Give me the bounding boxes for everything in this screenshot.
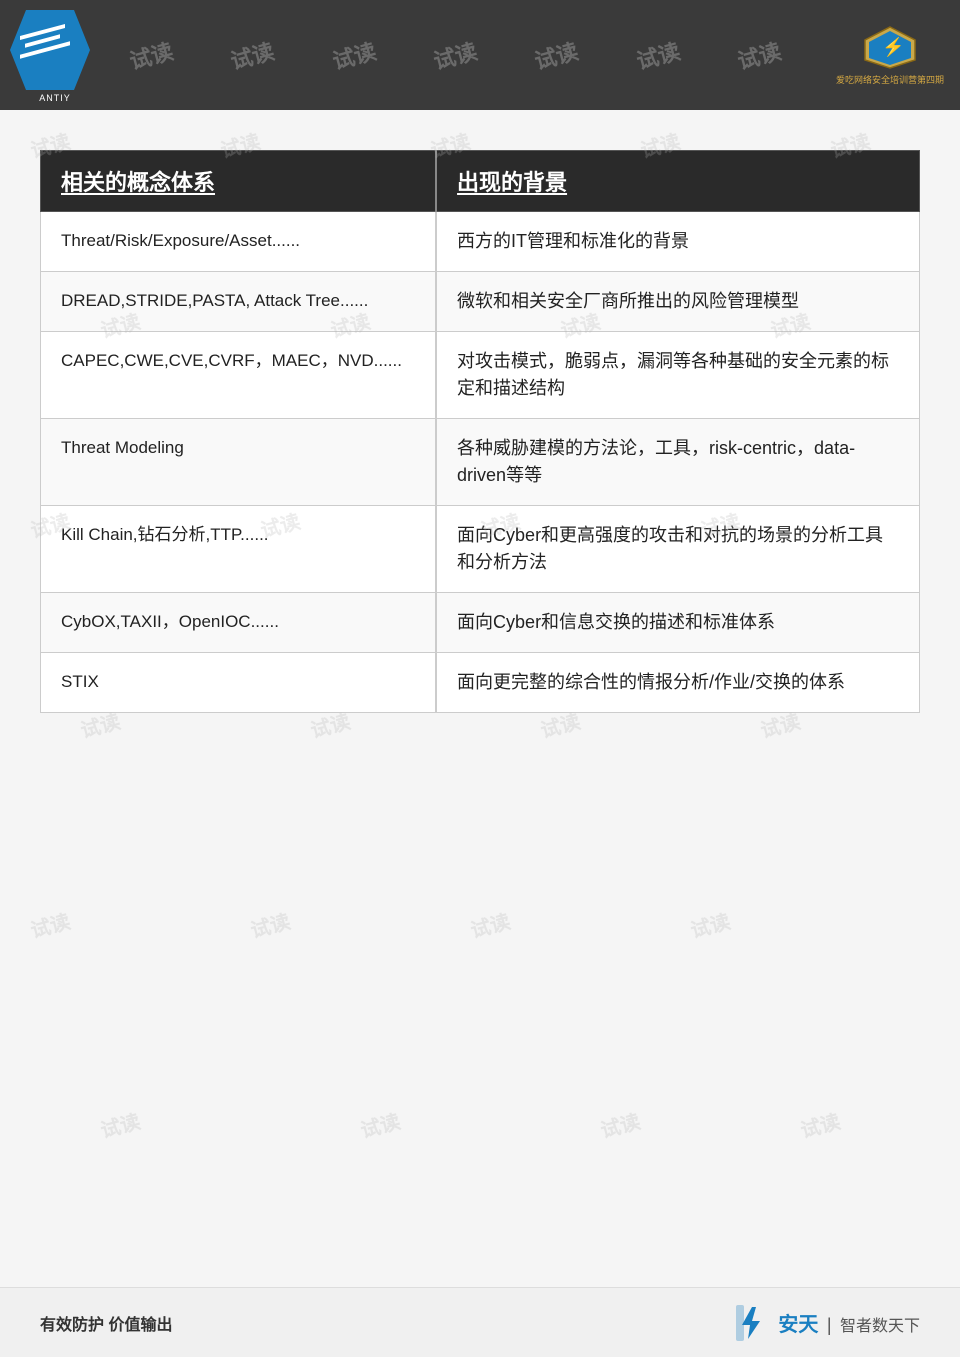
table-cell-right: 对攻击模式，脆弱点，漏洞等各种基础的安全元素的标定和描述结构 [436, 332, 919, 419]
col-right-header: 出现的背景 [436, 151, 919, 212]
main-wm-18: 试读 [27, 905, 73, 943]
footer-tagline: 有效防护 价值输出 [40, 1311, 172, 1335]
watermark-4: 试读 [430, 34, 481, 76]
main-wm-24: 试读 [597, 1105, 643, 1143]
watermark-5: 试读 [531, 34, 582, 76]
concept-table: 相关的概念体系 出现的背景 Threat/Risk/Exposure/Asset… [40, 150, 920, 713]
footer-brand-main: 安天 [778, 1314, 818, 1336]
table-cell-left: STIX [41, 653, 437, 713]
footer-lightning-icon [734, 1305, 770, 1341]
footer-brand-group: 安天 | 智者数天下 [778, 1308, 920, 1337]
main-content: 试读 试读 试读 试读 试读 试读 试读 试读 试读 试读 试读 试读 试读 试… [0, 110, 960, 1290]
logo-lines-icon [20, 25, 75, 75]
main-wm-25: 试读 [797, 1105, 843, 1143]
right-logo-image: ⚡ [860, 25, 920, 70]
footer-logo-container: 安天 | 智者数天下 [734, 1305, 920, 1341]
table-cell-left: CAPEC,CWE,CVE,CVRF，MAEC，NVD...... [41, 332, 437, 419]
table-row: Threat Modeling各种威胁建模的方法论，工具，risk-centri… [41, 419, 920, 506]
antiy-label: ANTIY [10, 93, 100, 103]
table-row: CybOX,TAXII，OpenIOC......面向Cyber和信息交换的描述… [41, 593, 920, 653]
table-cell-left: Kill Chain,钻石分析,TTP...... [41, 506, 437, 593]
watermark-2: 试读 [227, 34, 278, 76]
footer-branding: 安天 | 智者数天下 [734, 1305, 920, 1341]
main-wm-20: 试读 [467, 905, 513, 943]
table-row: DREAD,STRIDE,PASTA, Attack Tree......微软和… [41, 272, 920, 332]
table-cell-right: 面向Cyber和更高强度的攻击和对抗的场景的分析工具和分析方法 [436, 506, 919, 593]
table-cell-right: 西方的IT管理和标准化的背景 [436, 212, 919, 272]
header: ANTIY 试读 试读 试读 试读 试读 试读 试读 ⚡ 爱吃网络安全培训营第四… [0, 0, 960, 110]
table-row: CAPEC,CWE,CVE,CVRF，MAEC，NVD......对攻击模式，脆… [41, 332, 920, 419]
table-row: STIX面向更完整的综合性的情报分析/作业/交换的体系 [41, 653, 920, 713]
table-cell-right: 微软和相关安全厂商所推出的风险管理模型 [436, 272, 919, 332]
footer-brand-sub: 智者数天下 [840, 1318, 920, 1335]
table-cell-left: DREAD,STRIDE,PASTA, Attack Tree...... [41, 272, 437, 332]
watermark-3: 试读 [328, 34, 379, 76]
main-wm-23: 试读 [357, 1105, 403, 1143]
table-cell-left: Threat Modeling [41, 419, 437, 506]
svg-text:⚡: ⚡ [882, 36, 904, 58]
footer: 有效防护 价值输出 安天 | 智者数天下 [0, 1287, 960, 1357]
main-wm-21: 试读 [687, 905, 733, 943]
header-logo: ANTIY [10, 10, 100, 100]
table-cell-right: 面向Cyber和信息交换的描述和标准体系 [436, 593, 919, 653]
table-cell-left: CybOX,TAXII，OpenIOC...... [41, 593, 437, 653]
table-row: Threat/Risk/Exposure/Asset......西方的IT管理和… [41, 212, 920, 272]
table-row: Kill Chain,钻石分析,TTP......面向Cyber和更高强度的攻击… [41, 506, 920, 593]
watermark-1: 试读 [125, 34, 176, 76]
main-wm-19: 试读 [247, 905, 293, 943]
watermark-7: 试读 [734, 34, 785, 76]
table-header-row: 相关的概念体系 出现的背景 [41, 151, 920, 212]
table-cell-left: Threat/Risk/Exposure/Asset...... [41, 212, 437, 272]
logo-hexagon [10, 10, 90, 90]
main-wm-22: 试读 [97, 1105, 143, 1143]
table-cell-right: 面向更完整的综合性的情报分析/作业/交换的体系 [436, 653, 919, 713]
watermark-6: 试读 [632, 34, 683, 76]
col-left-header: 相关的概念体系 [41, 151, 437, 212]
footer-brand-pipe: | [827, 1315, 832, 1335]
antiy-badge-icon: ⚡ [860, 25, 920, 70]
header-right-logo: ⚡ 爱吃网络安全培训营第四期 [835, 15, 945, 95]
table-cell-right: 各种威胁建模的方法论，工具，risk-centric，data-driven等等 [436, 419, 919, 506]
right-logo-caption: 爱吃网络安全培训营第四期 [836, 73, 944, 86]
header-watermark-container: 试读 试读 试读 试读 试读 试读 试读 [0, 0, 960, 110]
